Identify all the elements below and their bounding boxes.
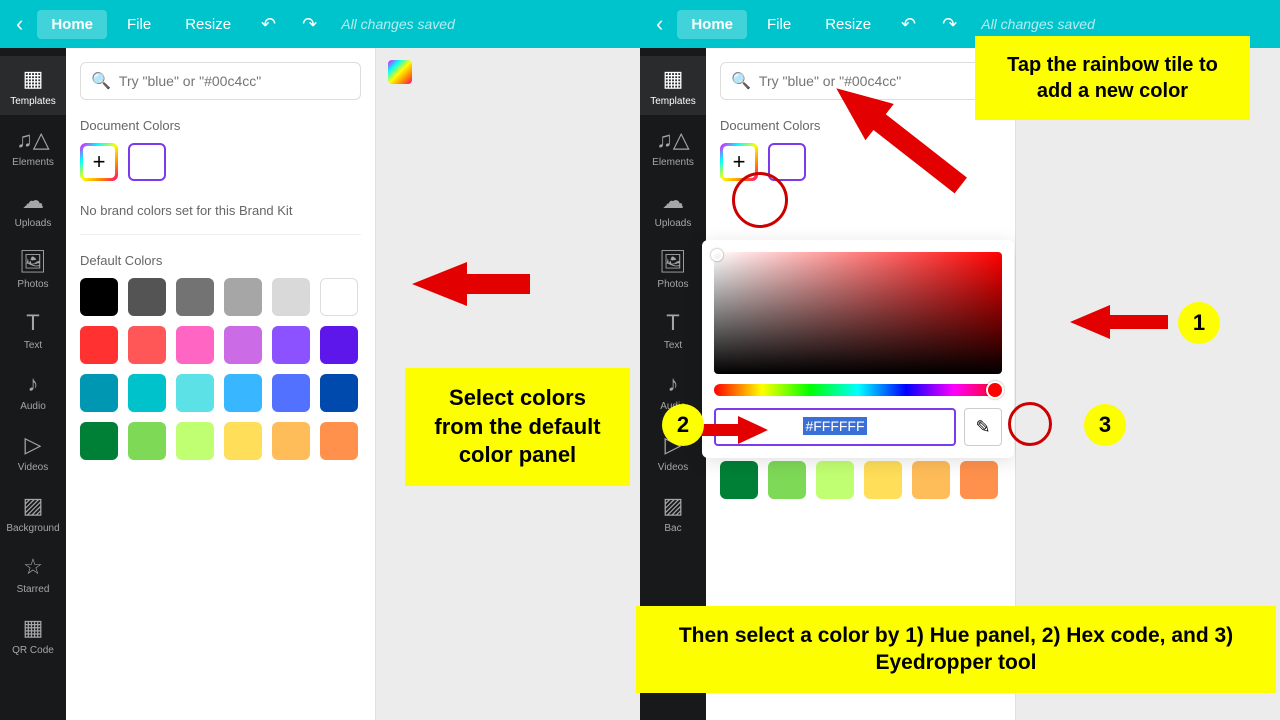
- color-swatch[interactable]: [768, 461, 806, 499]
- color-swatch[interactable]: [224, 278, 262, 316]
- sidenav-item-templates[interactable]: ▦Templates: [0, 56, 66, 115]
- callout-top: Tap the rainbow tile to add a new color: [975, 36, 1250, 120]
- badge-3: 3: [1084, 404, 1126, 446]
- callout-left: Select colors from the default color pan…: [405, 368, 630, 486]
- color-swatch[interactable]: [816, 461, 854, 499]
- sidenav-item-audio[interactable]: ♪Audio: [0, 361, 66, 420]
- sidenav: ▦Templates♫△Elements☁Uploads🖼PhotosTText…: [0, 48, 66, 720]
- back-icon[interactable]: ‹: [8, 11, 31, 37]
- doc-colors-title: Document Colors: [80, 118, 361, 133]
- undo-icon[interactable]: ↶: [891, 14, 926, 35]
- sidenav-item-elements[interactable]: ♫△Elements: [0, 117, 66, 176]
- color-swatch[interactable]: [128, 326, 166, 364]
- color-swatch[interactable]: [864, 461, 902, 499]
- sidenav-item-starred[interactable]: ☆Starred: [0, 544, 66, 603]
- search-icon: 🔍: [731, 71, 751, 91]
- sidenav-item-bac[interactable]: ▨Bac: [640, 483, 706, 542]
- arrow-icon: [698, 414, 768, 454]
- sidenav-item-photos[interactable]: 🖼Photos: [0, 239, 66, 298]
- arrow-icon: [412, 252, 532, 332]
- hue-slider[interactable]: [714, 384, 1002, 396]
- sidenav-item-uploads[interactable]: ☁Uploads: [640, 178, 706, 237]
- color-swatch[interactable]: [176, 422, 214, 460]
- home-button[interactable]: Home: [677, 10, 747, 39]
- resize-button[interactable]: Resize: [171, 10, 245, 39]
- color-swatch[interactable]: [80, 278, 118, 316]
- color-swatch[interactable]: [176, 326, 214, 364]
- saturation-value-panel[interactable]: [714, 252, 1002, 374]
- default-colors-title: Default Colors: [80, 253, 361, 268]
- sidenav-item-text[interactable]: TText: [640, 300, 706, 359]
- search-icon: 🔍: [91, 71, 111, 91]
- resize-button[interactable]: Resize: [811, 10, 885, 39]
- color-swatch[interactable]: [128, 422, 166, 460]
- redo-icon[interactable]: ↷: [292, 14, 327, 35]
- color-swatch[interactable]: [128, 278, 166, 316]
- color-swatch[interactable]: [320, 374, 358, 412]
- color-panel: 🔍 Document Colors + No brand colors set …: [66, 48, 376, 720]
- sidenav-item-templates[interactable]: ▦Templates: [640, 56, 706, 115]
- default-swatches: [80, 278, 361, 460]
- badge-2: 2: [662, 404, 704, 446]
- current-color-tile[interactable]: [128, 143, 166, 181]
- color-swatch[interactable]: [320, 326, 358, 364]
- sidenav-item-qr code[interactable]: ▦QR Code: [0, 605, 66, 664]
- color-swatch[interactable]: [320, 278, 358, 316]
- color-swatch[interactable]: [80, 422, 118, 460]
- circle-marker: [732, 172, 788, 228]
- file-button[interactable]: File: [753, 10, 805, 39]
- color-swatch[interactable]: [272, 278, 310, 316]
- save-status: All changes saved: [341, 16, 455, 32]
- file-button[interactable]: File: [113, 10, 165, 39]
- color-swatch[interactable]: [176, 278, 214, 316]
- color-swatch[interactable]: [720, 461, 758, 499]
- save-status: All changes saved: [981, 16, 1095, 32]
- sidenav-item-uploads[interactable]: ☁Uploads: [0, 178, 66, 237]
- color-swatch[interactable]: [224, 374, 262, 412]
- search-field[interactable]: [119, 73, 350, 89]
- home-button[interactable]: Home: [37, 10, 107, 39]
- color-swatch[interactable]: [224, 422, 262, 460]
- color-swatch[interactable]: [960, 461, 998, 499]
- color-swatch[interactable]: [80, 326, 118, 364]
- color-swatch[interactable]: [128, 374, 166, 412]
- color-swatch[interactable]: [80, 374, 118, 412]
- sidenav-item-background[interactable]: ▨Background: [0, 483, 66, 542]
- brand-kit-note: No brand colors set for this Brand Kit: [80, 203, 361, 235]
- color-swatch[interactable]: [272, 422, 310, 460]
- topbar: ‹ Home File Resize ↶ ↷ All changes saved: [0, 0, 640, 48]
- color-swatch[interactable]: [224, 326, 262, 364]
- color-swatch[interactable]: [176, 374, 214, 412]
- badge-1: 1: [1178, 302, 1220, 344]
- sidenav-item-photos[interactable]: 🖼Photos: [640, 239, 706, 298]
- callout-bottom: Then select a color by 1) Hue panel, 2) …: [636, 606, 1276, 693]
- selected-color-icon[interactable]: [388, 60, 412, 84]
- sidenav-item-videos[interactable]: ▷Videos: [0, 422, 66, 481]
- arrow-icon: [1070, 302, 1170, 352]
- eyedropper-button[interactable]: ✎: [964, 408, 1002, 446]
- color-swatch[interactable]: [272, 326, 310, 364]
- back-icon[interactable]: ‹: [648, 11, 671, 37]
- sidenav-item-elements[interactable]: ♫△Elements: [640, 117, 706, 176]
- color-swatch[interactable]: [272, 374, 310, 412]
- add-color-tile[interactable]: +: [80, 143, 118, 181]
- sidenav-item-text[interactable]: TText: [0, 300, 66, 359]
- undo-icon[interactable]: ↶: [251, 14, 286, 35]
- redo-icon[interactable]: ↷: [932, 14, 967, 35]
- color-swatch[interactable]: [320, 422, 358, 460]
- circle-marker: [1008, 402, 1052, 446]
- search-input[interactable]: 🔍: [80, 62, 361, 100]
- color-swatch[interactable]: [912, 461, 950, 499]
